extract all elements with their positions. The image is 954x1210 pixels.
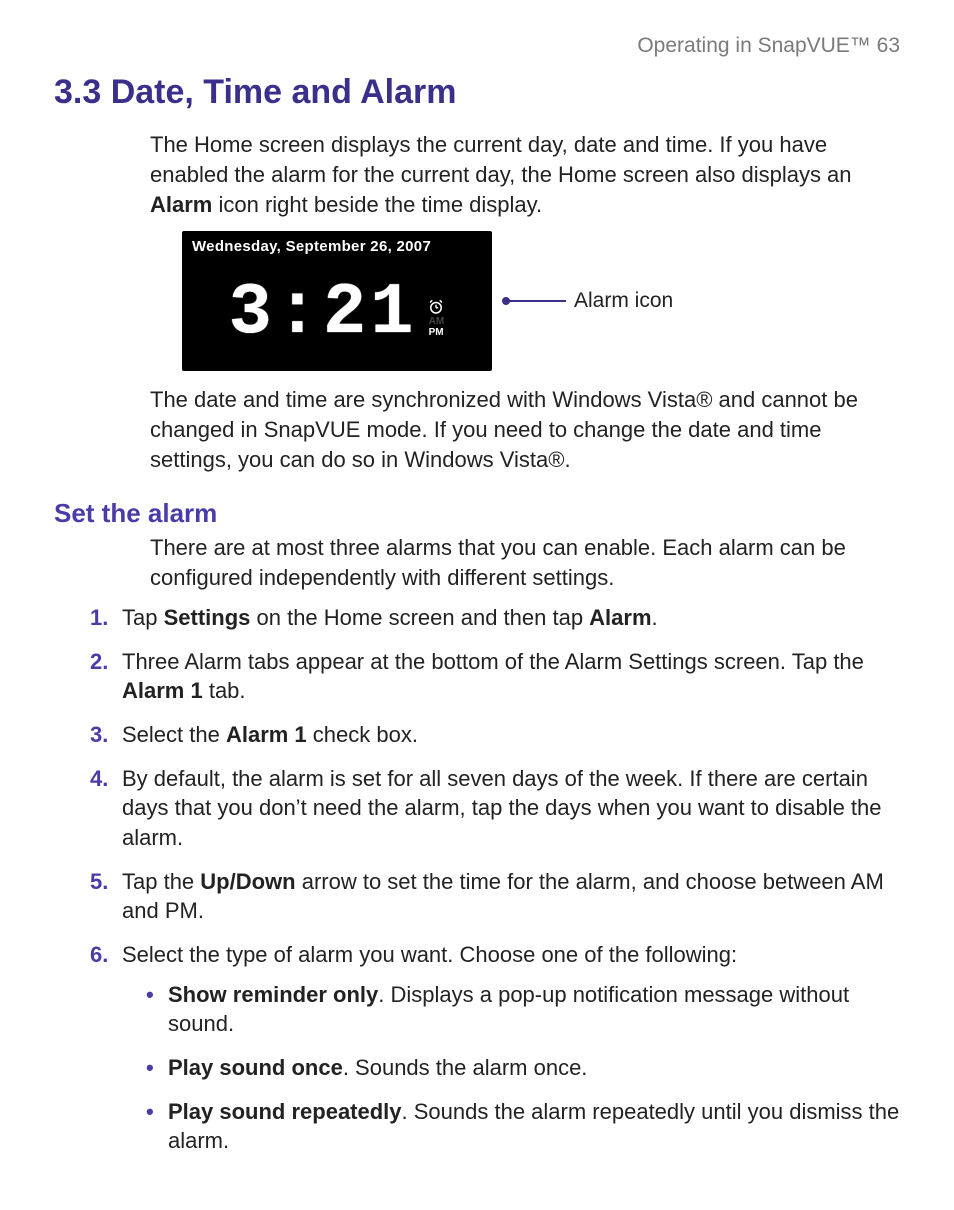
step-item: 6. Select the type of alarm you want. Ch… — [90, 940, 900, 1156]
step-number: 3. — [90, 720, 108, 750]
step-text: Tap the Up/Down arrow to set the time fo… — [122, 869, 884, 924]
step-item: 1. Tap Settings on the Home screen and t… — [90, 603, 900, 633]
list-item: Play sound repeatedly. Sounds the alarm … — [146, 1097, 900, 1156]
callout-leader-line — [506, 300, 566, 302]
step-text: Select the type of alarm you want. Choos… — [122, 942, 737, 967]
clock-figure: Wednesday, September 26, 2007 3:21 AM PM — [182, 231, 900, 371]
step-number: 4. — [90, 764, 108, 794]
bullet-text: Show reminder only. Displays a pop-up no… — [168, 982, 849, 1037]
section-heading: 3.3 Date, Time and Alarm — [54, 70, 900, 116]
clock-display: Wednesday, September 26, 2007 3:21 AM PM — [182, 231, 492, 371]
bullet-text: Play sound repeatedly. Sounds the alarm … — [168, 1099, 899, 1154]
step-item: 2. Three Alarm tabs appear at the bottom… — [90, 647, 900, 706]
list-item: Play sound once. Sounds the alarm once. — [146, 1053, 900, 1083]
step-item: 3. Select the Alarm 1 check box. — [90, 720, 900, 750]
subheading-set-alarm: Set the alarm — [54, 496, 900, 531]
step-text: Three Alarm tabs appear at the bottom of… — [122, 649, 864, 704]
step-number: 1. — [90, 603, 108, 633]
step-text: By default, the alarm is set for all sev… — [122, 766, 882, 850]
running-header: Operating in SnapVUE™ 63 — [54, 32, 900, 60]
step-text: Tap Settings on the Home screen and then… — [122, 605, 658, 630]
callout-label: Alarm icon — [574, 287, 673, 315]
intro-paragraph: The Home screen displays the current day… — [150, 130, 900, 219]
sync-paragraph: The date and time are synchronized with … — [150, 385, 900, 474]
step-item: 5. Tap the Up/Down arrow to set the time… — [90, 867, 900, 926]
am-label: AM — [429, 316, 445, 327]
clock-date: Wednesday, September 26, 2007 — [192, 237, 482, 257]
pm-label: PM — [429, 327, 445, 338]
list-item: Show reminder only. Displays a pop-up no… — [146, 980, 900, 1039]
alarm-type-bullets: Show reminder only. Displays a pop-up no… — [122, 980, 900, 1156]
bullet-text: Play sound once. Sounds the alarm once. — [168, 1055, 587, 1080]
step-number: 5. — [90, 867, 108, 897]
figure-callout: Alarm icon — [506, 287, 673, 315]
step-number: 2. — [90, 647, 108, 677]
step-item: 4. By default, the alarm is set for all … — [90, 764, 900, 853]
step-number: 6. — [90, 940, 108, 970]
subintro-paragraph: There are at most three alarms that you … — [150, 533, 900, 592]
ampm-indicator: AM PM — [429, 316, 445, 338]
alarm-clock-icon — [427, 294, 445, 312]
clock-body: 3:21 AM PM — [192, 260, 482, 368]
steps-list: 1. Tap Settings on the Home screen and t… — [54, 603, 900, 1156]
clock-time: 3:21 — [229, 277, 418, 349]
step-text: Select the Alarm 1 check box. — [122, 722, 418, 747]
clock-side: AM PM — [427, 294, 445, 338]
